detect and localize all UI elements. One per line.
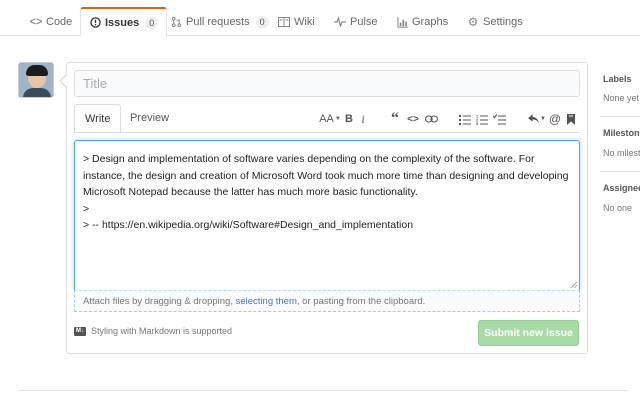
tab-divider xyxy=(74,132,580,133)
pulse-icon xyxy=(334,16,346,28)
link-button[interactable] xyxy=(424,112,438,126)
ordered-list-icon: 123 xyxy=(476,114,488,125)
code-icon: <> xyxy=(407,113,419,125)
sidebar-milestone-heading[interactable]: Milestone xyxy=(603,128,640,138)
tab-settings[interactable]: ⚙ Settings xyxy=(467,8,523,36)
issue-icon xyxy=(89,17,101,29)
tab-code[interactable]: <> Code xyxy=(29,8,73,36)
task-list-icon xyxy=(492,113,506,124)
bulleted-list-button[interactable] xyxy=(458,112,472,126)
mention-icon: @ xyxy=(548,112,562,126)
tab-issues[interactable]: Issues 0 xyxy=(80,7,168,37)
task-list-button[interactable] xyxy=(492,112,506,126)
mention-button[interactable]: @ xyxy=(549,112,561,126)
tab-pulse-label: Pulse xyxy=(350,16,378,28)
select-files-link[interactable]: selecting them xyxy=(236,296,297,307)
sidebar-assignees-heading[interactable]: Assignees xyxy=(603,183,640,193)
sidebar-divider xyxy=(600,116,640,117)
sidebar-labels-value: None yet xyxy=(603,93,640,103)
caret-down-icon: ▼ xyxy=(540,116,546,122)
tab-pull-requests[interactable]: Pull requests 0 xyxy=(170,8,269,36)
graph-icon xyxy=(396,16,408,28)
sidebar-assignees-value: No one xyxy=(603,203,633,213)
quote-button[interactable]: “ xyxy=(388,110,402,127)
italic-button[interactable]: i xyxy=(358,112,368,126)
tab-settings-label: Settings xyxy=(483,16,523,28)
page-divider xyxy=(18,390,628,391)
sidebar-milestone-value: No milestone xyxy=(603,148,640,158)
tab-code-label: Code xyxy=(46,16,73,28)
svg-text:3: 3 xyxy=(476,121,479,125)
tab-write[interactable]: Write xyxy=(74,104,122,133)
tab-graphs[interactable]: Graphs xyxy=(396,8,448,36)
sidebar-labels-heading[interactable]: Labels xyxy=(603,74,640,84)
tab-issues-label: Issues xyxy=(105,16,140,29)
tab-pull-requests-label: Pull requests xyxy=(186,16,250,28)
caret-down-icon: ▼ xyxy=(334,116,341,122)
header-text-button[interactable]: AA ▼ xyxy=(319,112,341,126)
markdown-hint[interactable]: M↓ Styling with Markdown is supported xyxy=(74,326,232,336)
submit-issue-button[interactable]: Submit new issue xyxy=(478,320,579,346)
header-text-label: AA xyxy=(319,113,334,125)
pull-request-icon xyxy=(170,16,182,28)
repo-nav: <> Code Issues 0 Pull requests 0 Wiki Pu… xyxy=(0,0,640,37)
tab-pulse[interactable]: Pulse xyxy=(334,8,378,36)
file-drop-zone[interactable]: Attach files by dragging & dropping, sel… xyxy=(74,290,580,312)
unordered-list-icon xyxy=(459,114,471,125)
reply-icon xyxy=(528,114,540,124)
issues-count-badge: 0 xyxy=(145,16,159,29)
tab-graphs-label: Graphs xyxy=(412,16,449,28)
book-icon xyxy=(278,16,290,28)
link-icon xyxy=(424,115,438,123)
bookmark-button[interactable] xyxy=(565,112,577,126)
bold-button[interactable]: B xyxy=(344,112,354,126)
quote-icon: “ xyxy=(391,110,399,127)
tab-preview[interactable]: Preview xyxy=(120,104,179,132)
tab-wiki-label: Wiki xyxy=(294,16,315,28)
issue-title-input[interactable] xyxy=(74,70,580,97)
pull-requests-count-badge: 0 xyxy=(255,16,269,28)
sidebar-divider xyxy=(600,171,640,172)
numbered-list-button[interactable]: 123 xyxy=(475,112,489,126)
markdown-icon: M↓ xyxy=(74,326,86,336)
reply-button[interactable]: ▼ xyxy=(528,112,546,126)
avatar xyxy=(18,62,54,98)
issue-body-textarea[interactable] xyxy=(74,140,580,290)
bookmark-icon xyxy=(567,113,575,125)
resize-handle-icon[interactable] xyxy=(570,281,578,289)
gear-icon: ⚙ xyxy=(467,15,479,29)
code-icon: <> xyxy=(29,16,43,28)
italic-label: i xyxy=(361,111,365,126)
attach-suffix: , or pasting from the clipboard. xyxy=(296,296,426,307)
tab-wiki[interactable]: Wiki xyxy=(278,8,315,36)
code-button[interactable]: <> xyxy=(406,112,420,126)
markdown-hint-text: Styling with Markdown is supported xyxy=(91,326,233,336)
attach-prefix: Attach files by dragging & dropping, xyxy=(83,296,236,307)
bold-label: B xyxy=(345,113,353,125)
